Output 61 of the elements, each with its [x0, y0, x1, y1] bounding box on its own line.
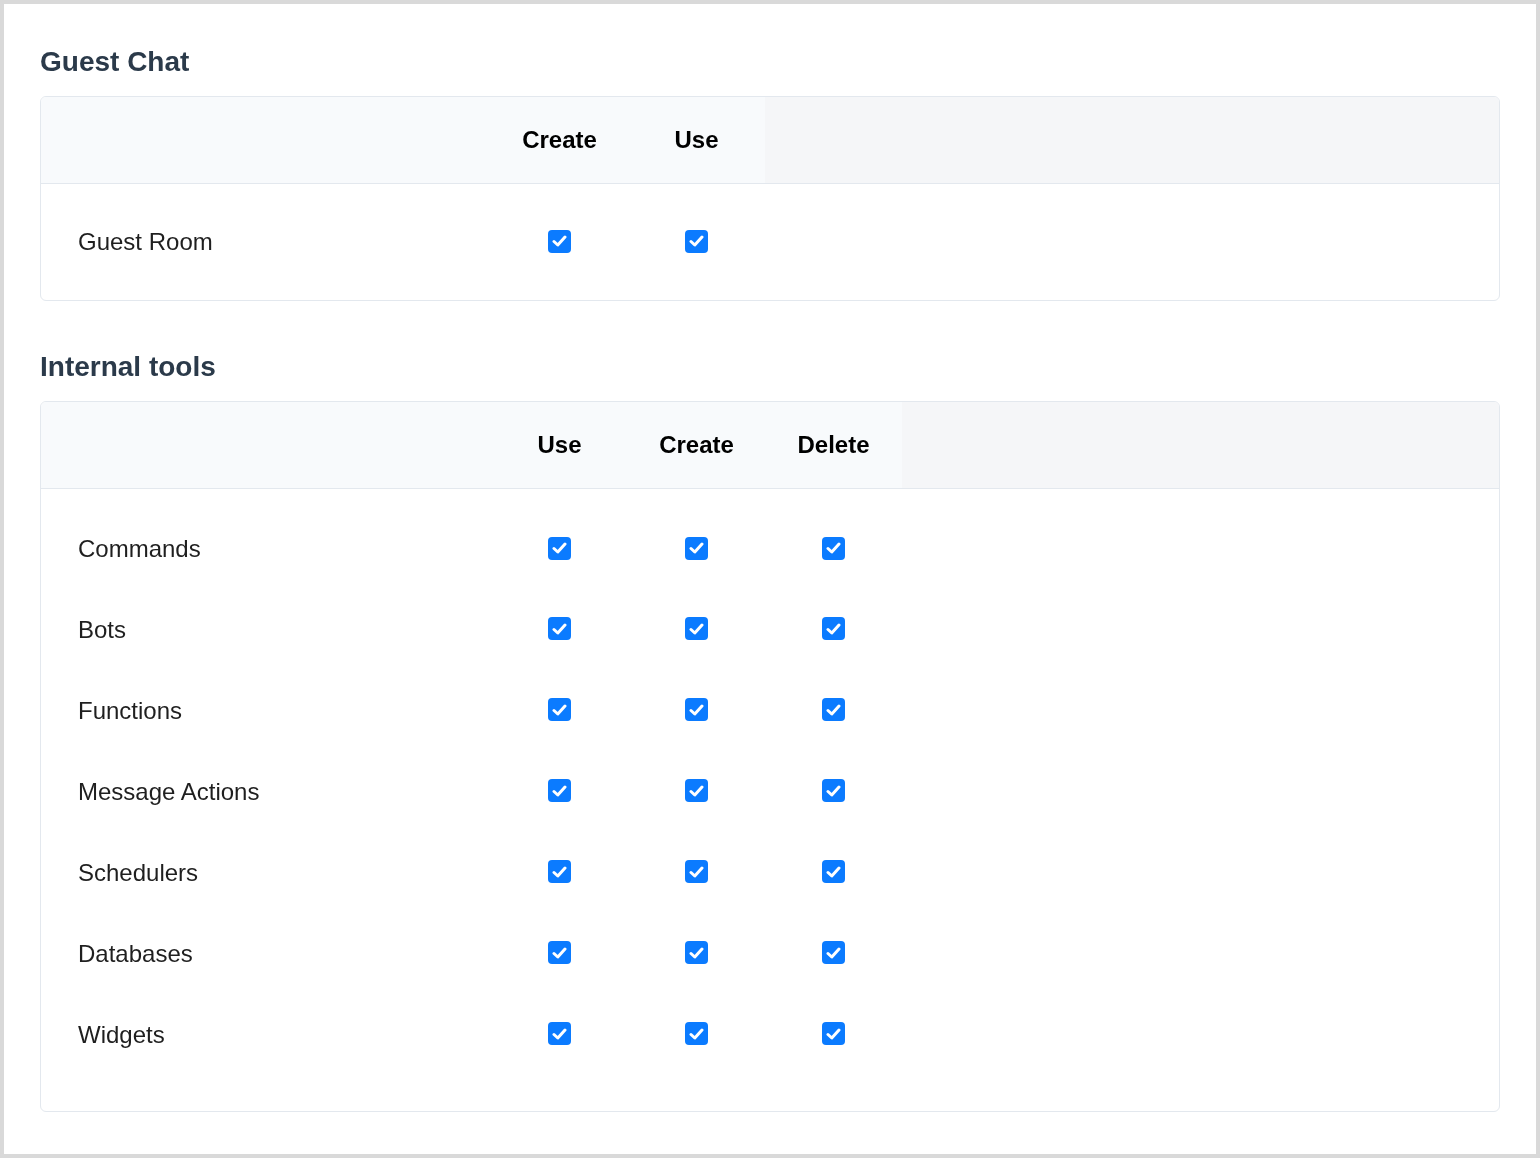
checkbox[interactable]: [548, 860, 571, 884]
checkbox[interactable]: [548, 536, 571, 560]
row-label: Functions: [78, 696, 183, 724]
checkbox[interactable]: [685, 698, 708, 722]
checkbox[interactable]: [548, 779, 571, 803]
checkmark-icon: [552, 946, 567, 959]
checkbox[interactable]: [685, 779, 708, 803]
checkmark-icon: [552, 542, 567, 554]
row-label: Widgets: [78, 1020, 165, 1048]
checkbox[interactable]: [685, 617, 708, 641]
checkbox[interactable]: [822, 1022, 845, 1046]
checkmark-icon: [552, 784, 567, 797]
checkmark-icon: [689, 703, 704, 716]
checkmark-icon: [689, 1027, 704, 1040]
checkmark-icon: [826, 784, 841, 797]
checkmark-icon: [826, 1027, 841, 1040]
checkmark-icon: [552, 1027, 567, 1040]
checkbox[interactable]: [685, 1022, 708, 1046]
checkmark-icon: [689, 946, 704, 959]
checkmark-icon: [689, 235, 704, 247]
column-header: Create: [491, 97, 628, 183]
checkbox[interactable]: [548, 229, 571, 253]
checkmark-icon: [826, 865, 841, 878]
row-label: Schedulers: [78, 858, 199, 886]
checkbox[interactable]: [822, 536, 845, 560]
checkmark-icon: [689, 542, 704, 554]
checkbox[interactable]: [685, 860, 708, 884]
checkmark-icon: [552, 865, 567, 878]
checkbox[interactable]: [685, 229, 708, 253]
checkbox[interactable]: [822, 698, 845, 722]
checkmark-icon: [689, 622, 704, 635]
checkmark-icon: [689, 784, 704, 797]
checkbox[interactable]: [822, 617, 845, 641]
checkmark-icon: [552, 622, 567, 635]
row-label: Guest Room: [78, 227, 213, 255]
checkmark-icon: [689, 865, 704, 878]
row-label: Databases: [78, 939, 193, 967]
checkbox[interactable]: [822, 779, 845, 803]
section-title: Internal tools: [40, 350, 216, 384]
checkbox[interactable]: [548, 617, 571, 641]
column-header: Delete: [765, 402, 902, 488]
checkbox[interactable]: [685, 941, 708, 965]
checkbox[interactable]: [548, 1022, 571, 1046]
checkmark-icon: [826, 622, 841, 635]
column-header: Use: [628, 97, 765, 183]
row-label: Message Actions: [78, 777, 260, 805]
checkbox[interactable]: [822, 860, 845, 884]
checkbox[interactable]: [685, 536, 708, 560]
checkmark-icon: [552, 703, 567, 716]
checkmark-icon: [552, 235, 567, 247]
checkbox[interactable]: [548, 698, 571, 722]
row-label: Commands: [78, 534, 201, 562]
column-header: Use: [491, 402, 628, 488]
checkmark-icon: [826, 703, 841, 716]
checkmark-icon: [826, 946, 841, 959]
column-header: Create: [628, 402, 765, 488]
checkbox[interactable]: [822, 941, 845, 965]
checkbox[interactable]: [548, 941, 571, 965]
row-label: Bots: [78, 615, 127, 643]
checkmark-icon: [826, 542, 841, 554]
section-title: Guest Chat: [40, 45, 190, 79]
